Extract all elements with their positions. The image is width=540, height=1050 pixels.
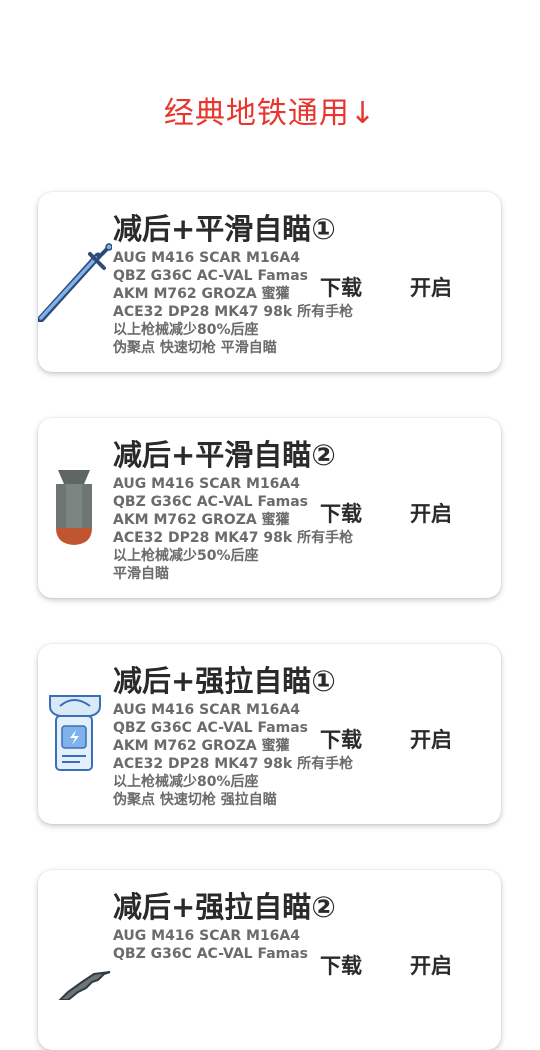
- download-button[interactable]: 下载: [316, 496, 366, 530]
- card-title: 减后+平滑自瞄①: [113, 212, 336, 246]
- script-card-2: 减后+平滑自瞄② AUG M416 SCAR M16A4 QBZ G36C AC…: [38, 418, 501, 598]
- section-title: 经典地铁通用↓: [163, 96, 377, 131]
- battery-icon: [38, 694, 112, 774]
- download-button[interactable]: 下载: [316, 270, 366, 304]
- script-card-1: 减后+平滑自瞄① AUG M416 SCAR M16A4 QBZ G36C AC…: [36, 192, 501, 372]
- card-title: 减后+平滑自瞄②: [113, 438, 336, 472]
- sword-icon: [36, 242, 113, 324]
- card-title: 减后+强拉自瞄②: [113, 890, 336, 924]
- bomb-icon: [38, 468, 112, 548]
- enable-button[interactable]: 开启: [406, 496, 456, 530]
- script-card-3: 减后+强拉自瞄① AUG M416 SCAR M16A4 QBZ G36C AC…: [38, 644, 501, 824]
- download-button[interactable]: 下载: [316, 722, 366, 756]
- enable-button[interactable]: 开启: [406, 722, 456, 756]
- card-description: AUG M416 SCAR M16A4 QBZ G36C AC-VAL Fama…: [113, 928, 309, 962]
- card-title: 减后+强拉自瞄①: [113, 664, 336, 698]
- enable-button[interactable]: 开启: [406, 948, 456, 982]
- script-card-4: 减后+强拉自瞄② AUG M416 SCAR M16A4 QBZ G36C AC…: [38, 870, 501, 1050]
- knife-icon: [38, 920, 112, 1001]
- enable-button[interactable]: 开启: [406, 270, 456, 304]
- download-button[interactable]: 下载: [316, 948, 366, 982]
